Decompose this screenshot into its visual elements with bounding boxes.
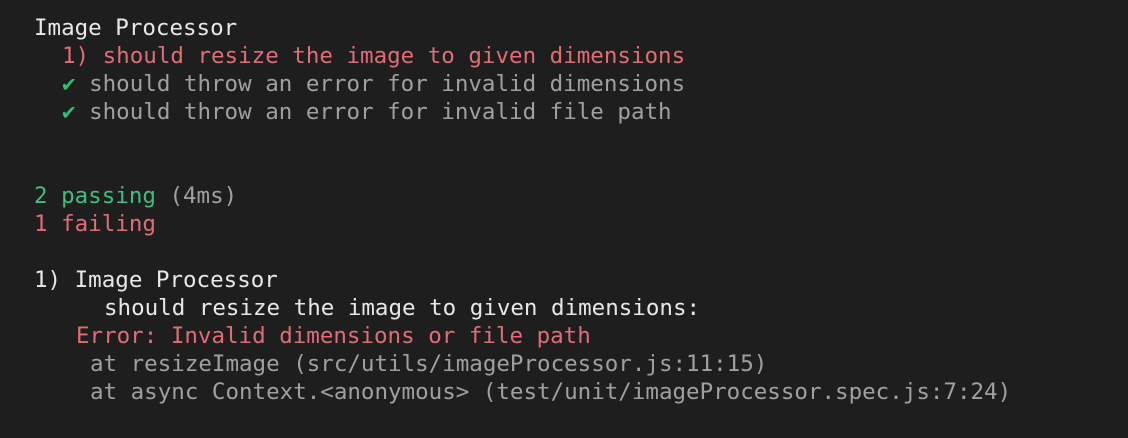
suite-title: Image Processor: [34, 15, 238, 41]
check-icon: ✔: [62, 71, 76, 97]
test-label: should resize the image to given dimensi…: [102, 43, 686, 69]
failing-count: 1 failing: [34, 211, 156, 237]
passing-summary: 2 passing (4ms): [34, 182, 237, 210]
test-result-passed: ✔ should throw an error for invalid dime…: [62, 70, 685, 98]
test-label: should throw an error for invalid file p…: [89, 99, 672, 125]
check-icon: ✔: [62, 99, 76, 125]
duration: (4ms): [169, 183, 238, 209]
terminal-output: Image Processor 1) should resize the ima…: [0, 0, 1128, 438]
passing-count: 2 passing: [34, 183, 156, 209]
test-label: should throw an error for invalid dimens…: [89, 71, 686, 97]
test-result-failed: 1) should resize the image to given dime…: [62, 42, 685, 70]
stack-trace-line: at resizeImage (src/utils/imageProcessor…: [90, 351, 768, 377]
failure-test-name: should resize the image to given dimensi…: [104, 295, 701, 321]
fail-marker: 1): [62, 43, 90, 69]
failure-header: 1) Image Processor: [34, 267, 278, 293]
test-result-passed: ✔ should throw an error for invalid file…: [62, 98, 672, 126]
error-message: Error: Invalid dimensions or file path: [76, 323, 591, 349]
stack-trace-line: at async Context.<anonymous> (test/unit/…: [90, 379, 1012, 405]
